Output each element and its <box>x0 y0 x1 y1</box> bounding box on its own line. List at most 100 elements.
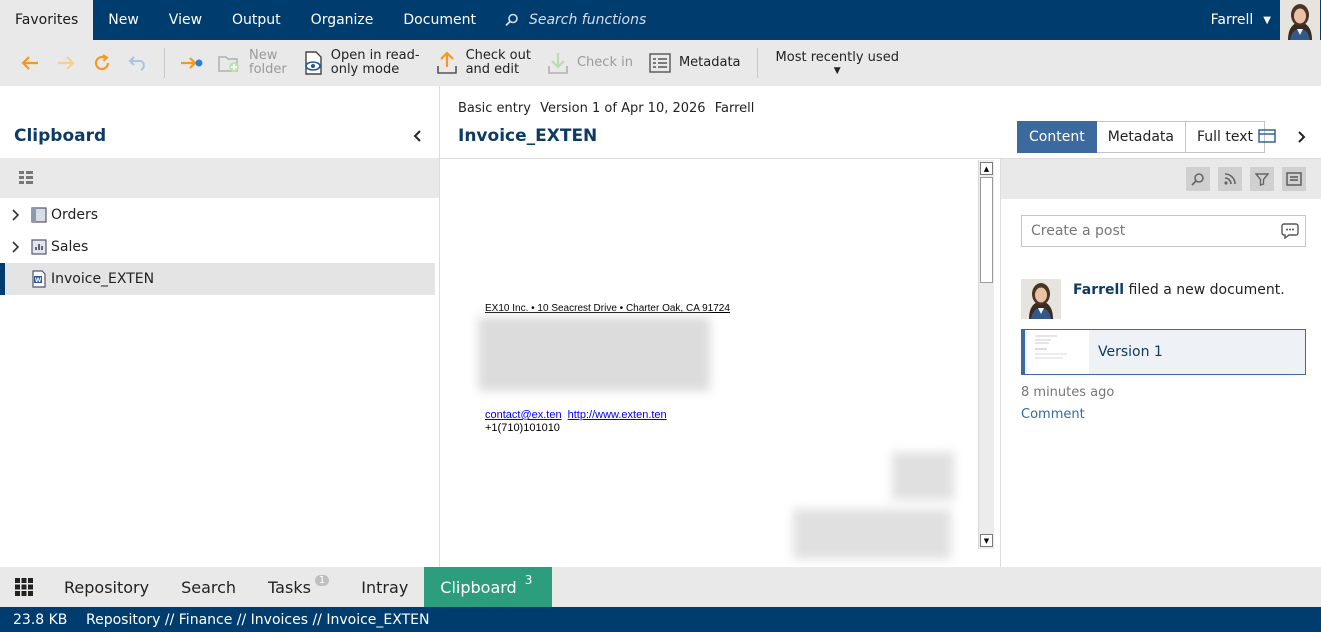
folder-icon <box>31 207 47 223</box>
preview-website-link[interactable]: http://www.exten.ten <box>568 409 667 421</box>
tasks-badge: 1 <box>314 574 330 586</box>
clipboard-tree: Orders Sales W Invoice_EXTEN <box>0 199 439 295</box>
nav-tab-repository[interactable]: Repository <box>48 567 165 607</box>
refresh-button[interactable] <box>84 40 120 86</box>
tab-content[interactable]: Content <box>1017 121 1097 153</box>
toolbar-separator <box>756 48 758 78</box>
feed-user-name[interactable]: Farrell <box>1073 282 1124 298</box>
arrow-left-icon <box>21 56 38 70</box>
search-icon <box>1191 173 1204 186</box>
feed-filter-button[interactable] <box>1250 167 1274 191</box>
menu-tab-document[interactable]: Document <box>388 0 491 40</box>
comment-link[interactable]: Comment <box>1021 407 1085 422</box>
create-post-input[interactable] <box>1021 215 1306 247</box>
feed-search-button[interactable] <box>1186 167 1210 191</box>
tree-item-orders[interactable]: Orders <box>0 199 439 231</box>
preview-email-link[interactable]: contact@ex.ten <box>485 409 562 421</box>
go-to-button[interactable] <box>173 40 209 86</box>
toolbar: New folder Open in read-only mode Check o… <box>0 40 1321 86</box>
feed-panel: Farrell filed a new document. Version 1 … <box>1000 159 1321 567</box>
preview-phone: +1(710)101010 <box>485 422 560 434</box>
nav-tab-clipboard[interactable]: Clipboard 3 <box>424 567 553 607</box>
preview-contact: contact@ex.ten http://www.exten.ten <box>485 409 673 421</box>
new-folder-label-1: New <box>249 48 278 63</box>
chevron-right-icon[interactable] <box>11 241 19 253</box>
feed-entry-text: Farrell filed a new document. <box>1073 282 1285 298</box>
register-icon <box>31 239 47 255</box>
check-out-button[interactable]: Check out and edit <box>428 40 539 86</box>
most-recently-used-dropdown[interactable]: Most recently used ▼ <box>766 50 909 76</box>
tab-full-text[interactable]: Full text <box>1185 121 1266 153</box>
refresh-icon <box>94 54 110 71</box>
new-folder-label-2: folder <box>249 62 287 77</box>
document-preview[interactable]: EX10 Inc. • 10 Seacrest Drive • Charter … <box>440 159 978 567</box>
app-grid-button[interactable] <box>0 567 48 607</box>
metadata-icon <box>649 53 671 73</box>
eye-document-icon <box>304 51 322 75</box>
feed-details-button[interactable] <box>1282 167 1306 191</box>
nav-tab-search[interactable]: Search <box>165 567 252 607</box>
scroll-down-arrow-icon[interactable]: ▼ <box>980 534 993 547</box>
menu-tab-organize[interactable]: Organize <box>296 0 389 40</box>
nav-tab-intray[interactable]: Intray <box>345 567 424 607</box>
most-recently-used-label: Most recently used <box>775 50 899 65</box>
preview-redacted-block <box>793 509 951 559</box>
upload-icon <box>436 51 457 74</box>
preview-scrollbar[interactable]: ▲ ▼ <box>978 160 994 549</box>
nav-tab-label: Search <box>181 577 237 597</box>
feed-action: filed a new document. <box>1128 282 1285 298</box>
nav-tab-label: Clipboard <box>440 577 517 597</box>
svg-text:W: W <box>35 277 42 284</box>
word-document-icon: W <box>32 270 46 288</box>
check-in-button[interactable]: Check in <box>539 40 641 86</box>
tree-item-sales[interactable]: Sales <box>0 231 439 263</box>
preview-redacted-block <box>478 317 710 391</box>
user-name: Farrell <box>1210 12 1254 28</box>
avatar[interactable] <box>1280 0 1320 40</box>
clipboard-panel: Clipboard Orders Sales W Invoice_EXTEN <box>0 86 440 567</box>
chevron-right-icon[interactable] <box>1296 130 1308 144</box>
chevron-left-icon[interactable] <box>410 128 424 144</box>
undo-button[interactable] <box>120 40 156 86</box>
menu-tab-new[interactable]: New <box>93 0 154 40</box>
user-menu[interactable]: Farrell ▼ <box>1211 0 1271 40</box>
document-thumbnail <box>1027 330 1089 374</box>
menu-tab-view[interactable]: View <box>154 0 217 40</box>
feed-toolbar <box>1001 159 1321 199</box>
preview-sender-address: EX10 Inc. • 10 Seacrest Drive • Charter … <box>485 303 730 314</box>
feed-rss-button[interactable] <box>1218 167 1242 191</box>
arrow-right-icon <box>58 56 75 70</box>
version-label: Version 1 <box>1098 344 1163 360</box>
search-placeholder: Search functions <box>528 12 647 28</box>
metadata-button[interactable]: Metadata <box>641 40 749 86</box>
forward-button[interactable] <box>48 40 84 86</box>
tree-item-label: Orders <box>51 207 99 223</box>
new-folder-button[interactable]: New folder <box>209 40 295 86</box>
scroll-up-arrow-icon[interactable]: ▲ <box>980 162 993 175</box>
document-type: Basic entry <box>458 101 531 116</box>
menu-tab-output[interactable]: Output <box>217 0 296 40</box>
feed-timestamp: 8 minutes ago <box>1021 385 1115 400</box>
tab-metadata[interactable]: Metadata <box>1096 121 1186 153</box>
status-bar: 23.8 KB Repository // Finance // Invoice… <box>0 607 1321 632</box>
speech-bubble-icon <box>1281 223 1299 240</box>
tree-item-invoice-exten[interactable]: W Invoice_EXTEN <box>0 263 435 295</box>
version-card[interactable]: Version 1 <box>1021 329 1306 375</box>
nav-tab-label: Repository <box>64 577 150 597</box>
details-icon <box>1286 172 1302 186</box>
search-icon <box>505 13 518 27</box>
document-version: Version 1 of Apr 10, 2026 <box>540 101 706 116</box>
view-list-icon[interactable] <box>18 170 34 186</box>
search-functions[interactable]: Search functions <box>505 12 646 28</box>
back-button[interactable] <box>12 40 48 86</box>
panel-layout-icon[interactable] <box>1258 128 1276 144</box>
tree-item-label: Invoice_EXTEN <box>51 271 155 287</box>
menu-tab-favorites[interactable]: Favorites <box>0 0 94 40</box>
open-readonly-button[interactable]: Open in read-only mode <box>295 40 428 86</box>
scrollbar-thumb[interactable] <box>980 177 993 283</box>
nav-tab-tasks[interactable]: Tasks 1 <box>252 567 345 607</box>
top-menu-bar: Favorites New View Output Organize Docum… <box>0 0 1321 40</box>
chevron-right-icon[interactable] <box>11 209 19 221</box>
check-in-label: Check in <box>576 55 633 70</box>
breadcrumb: Repository // Finance // Invoices // Inv… <box>86 611 430 628</box>
